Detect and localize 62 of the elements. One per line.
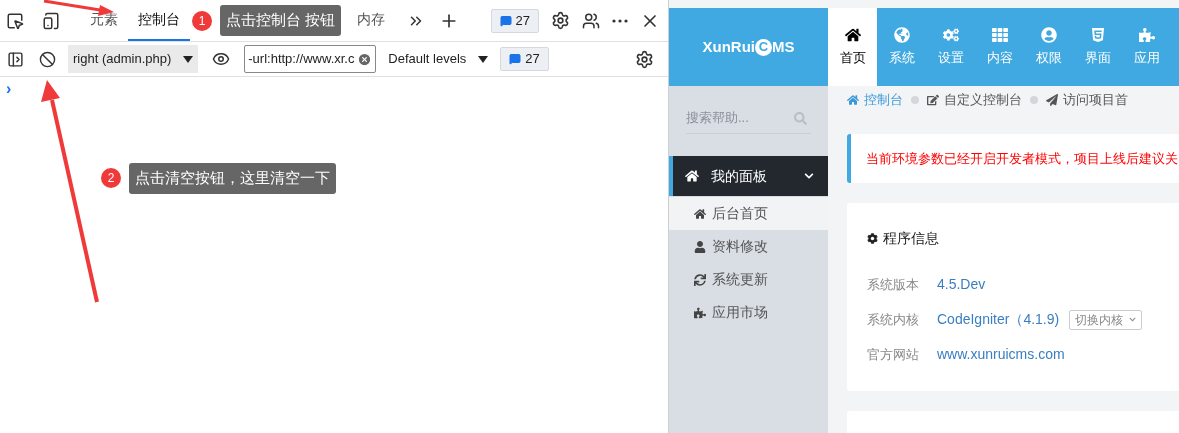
clear-filter-icon xyxy=(357,51,373,67)
sidebar-section-header[interactable]: 我的面板 xyxy=(669,156,828,196)
home-icon xyxy=(685,169,699,183)
sidebar-item[interactable]: 资料修改 xyxy=(669,230,828,263)
devtools-tab[interactable]: 控制台 xyxy=(128,0,190,41)
breadcrumb-link[interactable]: 自定义控制台 xyxy=(927,90,1022,110)
gear-icon xyxy=(867,233,878,244)
search-field[interactable]: 搜索帮助... xyxy=(686,102,811,134)
edit-icon xyxy=(927,94,939,106)
user-icon xyxy=(1040,26,1057,43)
info-label: 系统版本 xyxy=(867,275,920,294)
caret-icon xyxy=(183,55,194,63)
switch-kernel-dropdown[interactable]: 切换内核 xyxy=(1069,309,1143,330)
caret-icon xyxy=(478,55,489,63)
search-icon xyxy=(794,112,807,125)
console-prompt: › xyxy=(6,80,12,97)
home-icon xyxy=(694,207,706,220)
breadcrumb-link[interactable]: 访问项目首 xyxy=(1046,90,1128,110)
settings-button[interactable] xyxy=(551,11,570,30)
info-label: 系统内核 xyxy=(867,310,920,329)
puzzle-icon xyxy=(1138,26,1155,43)
issues-counter-button[interactable]: 27 xyxy=(500,47,549,71)
issues-counter-button[interactable]: 27 xyxy=(490,8,539,33)
step-number-badge: 2 xyxy=(101,168,121,189)
user-icon xyxy=(694,240,706,253)
info-value: www.xunruicms.com xyxy=(937,345,1065,364)
console-settings-button[interactable] xyxy=(635,49,654,69)
globe-icon xyxy=(893,26,910,43)
paper-plane-icon xyxy=(1046,94,1058,106)
context-dropdown[interactable]: right (admin.php) xyxy=(68,45,199,73)
sidebar-item[interactable]: 后台首页 xyxy=(669,197,828,230)
sidebar-item[interactable]: 应用市场 xyxy=(669,296,828,329)
message-icon xyxy=(509,53,522,65)
filter-field[interactable]: -url:http://www.xr.c xyxy=(244,45,377,73)
chevron-icon xyxy=(804,171,814,181)
home-icon xyxy=(844,26,861,43)
filter-text: -url:http://www.xr.c xyxy=(248,50,356,69)
logo: XunRui C MS xyxy=(701,36,796,58)
live-expression-button[interactable] xyxy=(212,50,231,68)
step-number-badge: 1 xyxy=(192,10,212,31)
log-levels-dropdown[interactable]: Default levels xyxy=(386,49,491,69)
html5-icon xyxy=(1089,26,1106,43)
warning-alert: 当前环境参数已经开启开发者模式，项目上线后建议关 xyxy=(847,134,1179,183)
refresh-icon xyxy=(694,273,706,286)
devtools-tab[interactable]: 内存 xyxy=(347,0,396,41)
more-options-icon xyxy=(612,18,628,23)
users-icon[interactable] xyxy=(582,11,600,30)
info-label: 官方网站 xyxy=(867,345,920,364)
home-icon xyxy=(847,94,859,106)
more-options-button[interactable] xyxy=(612,18,628,23)
nav-tab[interactable]: 首页 xyxy=(828,8,877,86)
info-value: 4.5.Dev xyxy=(937,275,986,294)
message-icon xyxy=(499,14,512,27)
annotation-callout: 点击控制台 按钮 xyxy=(220,5,342,36)
annotation-callout: 点击清空按钮，这里清空一下 xyxy=(129,163,336,194)
grid-icon xyxy=(991,26,1008,43)
chevron-icon xyxy=(1129,316,1137,323)
card-title: 程序信息 xyxy=(867,228,1179,249)
puzzle-icon xyxy=(694,306,706,319)
sidebar-item[interactable]: 系统更新 xyxy=(669,263,828,296)
info-value: CodeIgniter（4.1.9) xyxy=(937,310,1060,329)
gears-icon xyxy=(942,26,959,43)
